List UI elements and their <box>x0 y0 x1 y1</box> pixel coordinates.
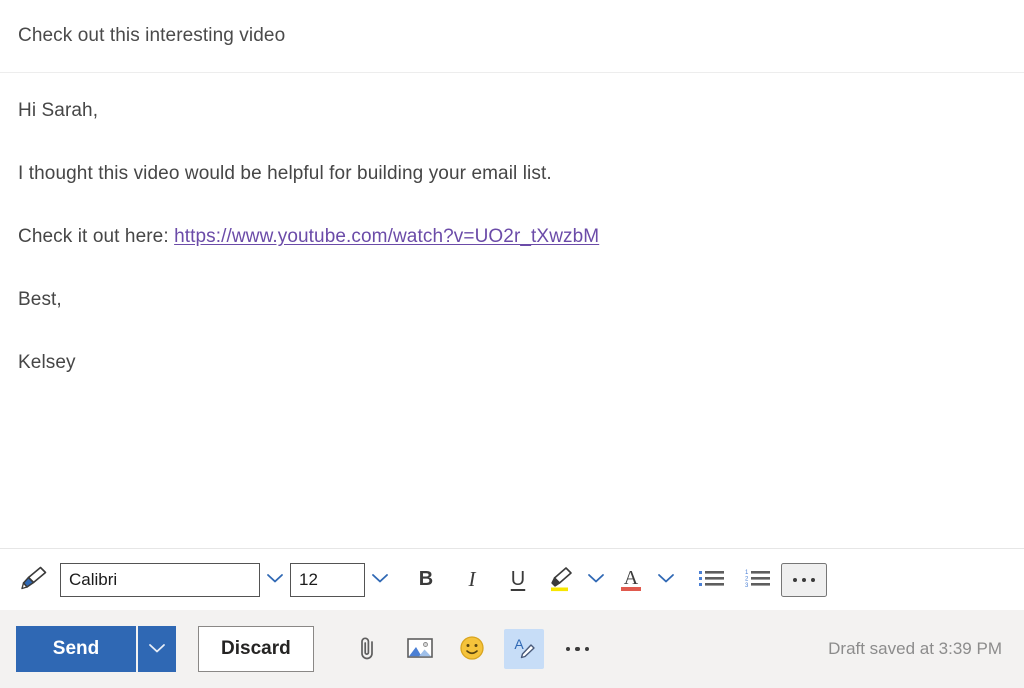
youtube-link[interactable]: https://www.youtube.com/watch?v=UO2r_tXw… <box>174 226 599 247</box>
action-bar: Send Discard A Draft saved at 3:39 PM <box>0 610 1024 688</box>
body-link-prefix: Check it out here: <box>18 226 175 247</box>
highlight-dropdown-button[interactable] <box>581 563 611 597</box>
font-size-combo[interactable] <box>290 562 395 597</box>
bulleted-list-button[interactable] <box>689 563 735 597</box>
svg-text:3: 3 <box>745 583 749 588</box>
chevron-down-icon <box>587 572 605 587</box>
ellipsis-icon <box>793 577 797 582</box>
formatting-toolbar: B I U A <box>0 548 1024 610</box>
body-greeting: Hi Sarah, <box>18 100 99 121</box>
formatting-options-icon: A <box>511 635 537 664</box>
font-name-input[interactable] <box>60 562 260 597</box>
ellipsis-icon <box>575 646 580 652</box>
formatting-more-options-button[interactable] <box>781 562 827 597</box>
message-body[interactable]: Hi Sarah, I thought this video would be … <box>0 73 1024 548</box>
chevron-down-icon <box>266 572 284 587</box>
formatting-options-button[interactable]: A <box>503 629 544 669</box>
chevron-down-icon <box>148 642 166 657</box>
body-signature: Kelsey <box>18 352 76 373</box>
emoji-button[interactable] <box>452 629 492 669</box>
font-color-button[interactable]: A <box>611 561 651 599</box>
font-size-dropdown-button[interactable] <box>365 563 395 597</box>
font-color-dropdown-button[interactable] <box>651 563 681 597</box>
send-button-group: Send <box>16 626 176 672</box>
ellipsis-icon <box>565 646 571 652</box>
insert-picture-button[interactable] <box>400 629 440 669</box>
underline-button[interactable]: U <box>495 561 541 599</box>
ellipsis-icon <box>584 646 590 652</box>
image-icon <box>406 637 433 662</box>
font-color-icon: A <box>616 563 646 596</box>
subject-row: Check out this interesting video <box>0 0 1024 73</box>
subject-input[interactable]: Check out this interesting video <box>18 25 285 47</box>
italic-button[interactable]: I <box>449 561 495 599</box>
svg-text:1: 1 <box>745 570 749 576</box>
svg-text:2: 2 <box>745 577 749 583</box>
draft-status: Draft saved at 3:39 PM <box>828 639 1002 658</box>
emoji-icon <box>459 635 485 664</box>
send-options-button[interactable] <box>136 626 176 672</box>
svg-text:A: A <box>624 567 639 589</box>
bold-button[interactable]: B <box>403 561 449 599</box>
body-closing: Best, <box>18 289 62 310</box>
body-link-line: Check it out here: https://www.youtube.c… <box>18 227 1006 246</box>
chevron-down-icon <box>371 572 389 587</box>
svg-text:A: A <box>514 636 524 652</box>
font-name-combo[interactable] <box>60 562 290 597</box>
chevron-down-icon <box>657 572 675 587</box>
numbered-list-icon: 1 2 3 <box>745 568 771 591</box>
send-button[interactable]: Send <box>16 626 136 672</box>
more-actions-button[interactable] <box>556 629 600 669</box>
body-paragraph: I thought this video would be helpful fo… <box>18 163 552 184</box>
font-size-input[interactable] <box>290 562 365 597</box>
format-painter-button[interactable] <box>14 563 54 597</box>
email-compose-window: Check out this interesting video Hi Sara… <box>0 0 1024 688</box>
bulleted-list-icon <box>699 568 725 591</box>
numbered-list-button[interactable]: 1 2 3 <box>735 563 781 597</box>
compose-tools: A <box>348 629 600 669</box>
attach-file-button[interactable] <box>348 629 388 669</box>
ellipsis-icon <box>802 577 806 582</box>
highlight-button[interactable] <box>541 561 581 599</box>
font-name-dropdown-button[interactable] <box>260 563 290 597</box>
paperclip-icon <box>356 635 380 664</box>
ellipsis-icon <box>811 577 815 582</box>
highlighter-icon <box>546 563 576 596</box>
discard-button[interactable]: Discard <box>198 626 314 672</box>
format-painter-icon <box>20 565 48 594</box>
